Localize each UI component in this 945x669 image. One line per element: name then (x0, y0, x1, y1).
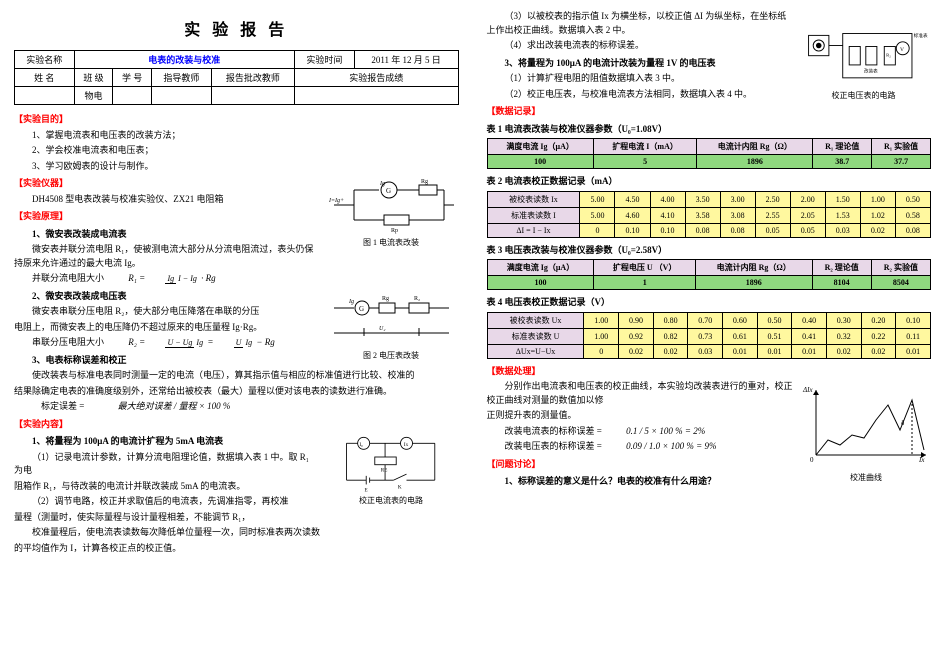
info-cell: 指导教师 (152, 69, 212, 87)
svg-text:I=Ig+: I=Ig+ (328, 198, 344, 204)
formula-r1: 并联分流电阻大小 R₁ = IgI − Ig · Rg (14, 272, 459, 286)
calibration-curve: δ Ix ΔIx 0 校准曲线 (801, 380, 931, 470)
info-cell: 实验名称 (15, 51, 75, 69)
svg-text:I₀: I₀ (359, 442, 363, 448)
info-cell: 实验报告成绩 (295, 69, 458, 87)
info-cell (295, 87, 458, 105)
svg-text:0: 0 (810, 456, 814, 464)
svg-text:ΔIx: ΔIx (802, 386, 813, 394)
table-3-title: 表 3 电压表改装与校准仪器参数（U₀=2.58V） (487, 244, 932, 258)
content-heading: 【实验内容】 (14, 418, 459, 432)
svg-text:U₂: U₂ (379, 326, 385, 332)
purpose-item: 3、学习欧姆表的设计与制作。 (14, 160, 459, 174)
info-cell (211, 87, 294, 105)
info-cell: 报告批改教师 (211, 69, 294, 87)
info-table: 实验名称 电表的改装与校准 实验时间 2011 年 12 月 5 日 姓 名 班… (14, 50, 459, 105)
formula-error: 标定误差 = 最大绝对误差 / 量程 × 100 % (14, 400, 459, 414)
left-page: 实 验 报 告 实验名称 电表的改装与校准 实验时间 2011 年 12 月 5… (0, 0, 473, 669)
purpose-item: 1、掌握电流表和电压表的改装方法； (14, 129, 459, 143)
figure-1: G Rg Rp I=Ig+ Ig 图 1 电流表改装 (324, 175, 459, 248)
experiment-name: 电表的改装与校准 (74, 51, 294, 69)
content-1-3: 校准量程后，使电流表读数每次降低单位量程一次，同时标准表两次读数 (14, 526, 459, 540)
report-title: 实 验 报 告 (14, 16, 459, 40)
content-1-4: 的平均值作为 I，计算各校正点的校正值。 (14, 542, 459, 556)
figure-5-caption: 校准曲线 (801, 472, 931, 483)
content-1-2b: 量程（测量时，使实际量程与设计量程相差，不能调节 R₁， (14, 511, 459, 525)
svg-text:E: E (364, 487, 367, 493)
info-cell: 班 级 (74, 69, 113, 87)
info-cell: 2011 年 12 月 5 日 (354, 51, 458, 69)
svg-text:K: K (397, 485, 401, 491)
figure-1-caption: 图 1 电流表改装 (324, 237, 459, 248)
svg-text:改装表: 改装表 (864, 67, 878, 74)
svg-text:标准表: 标准表 (914, 32, 928, 39)
process-heading: 【数据处理】 (487, 365, 932, 379)
svg-text:Ig: Ig (348, 299, 354, 305)
svg-text:R₂: R₂ (886, 53, 891, 58)
info-cell: 姓 名 (15, 69, 75, 87)
principle-3-text2: 结果除确定电表的准确度级别外，还常给出被校表（最大）量程以便对该电表的读数进行准… (14, 385, 459, 399)
figure-4-caption: 校正电压表的电路 (796, 90, 931, 101)
table-2: 被校表读数 Ix5.004.504.003.503.002.502.001.50… (487, 191, 932, 238)
purpose-item: 2、学会校准电流表和电压表； (14, 144, 459, 158)
info-cell: 物电 (74, 87, 113, 105)
info-cell: 学 号 (113, 69, 152, 87)
table-1: 满度电流 Ig（μA） 扩程电流 I（mA） 电流计内阻 Rg（Ω） R₁ 理论… (487, 138, 932, 169)
info-cell: 实验时间 (295, 51, 355, 69)
info-cell (15, 87, 75, 105)
svg-text:V: V (900, 47, 904, 53)
svg-text:R₂: R₂ (414, 296, 420, 302)
table-2-title: 表 2 电流表校正数据记录（mA） (487, 175, 932, 189)
figure-2-caption: 图 2 电压表改装 (324, 350, 459, 361)
info-cell (152, 87, 212, 105)
svg-text:Rg: Rg (421, 179, 428, 185)
figure-2: G Rg R₂ Ig U₂ 图 2 电压表改装 (324, 288, 459, 361)
table-3: 满度电流 Ig（μA） 扩程电压 U （V） 电流计内阻 Rg（Ω） R₂ 理论… (487, 259, 932, 290)
purpose-heading: 【实验目的】 (14, 113, 459, 127)
data-heading: 【数据记录】 (487, 105, 932, 119)
right-page: 改装表 R₂ V 标准表 校正电压表的电路 （3）以被校表的指示值 Ix 为横坐… (473, 0, 945, 669)
svg-text:G: G (359, 305, 364, 313)
table-4-title: 表 4 电压表校正数据记录（V） (487, 296, 932, 310)
svg-text:Rp: Rp (391, 228, 398, 234)
table-4: 被校表读数 Ux1.000.900.800.700.600.500.400.30… (487, 312, 932, 359)
figure-3: I₀ Ix RE E K 校正电流表的电路 (324, 433, 459, 506)
info-cell (113, 87, 152, 105)
table-1-title: 表 1 电流表改装与校准仪器参数（U₀=1.08V） (487, 123, 932, 137)
svg-text:Ig: Ig (379, 181, 385, 187)
figure-4: 改装表 R₂ V 标准表 校正电压表的电路 (796, 28, 931, 101)
figure-3-caption: 校正电流表的电路 (324, 495, 459, 506)
principle-3-text: 使改装表与标准电表同时测量一定的电流（电压），算其指示值与相应的标准值进行比较、… (14, 369, 459, 383)
svg-text:Rg: Rg (382, 296, 389, 302)
svg-text:RE: RE (380, 468, 387, 474)
svg-text:G: G (386, 187, 391, 195)
svg-text:Ix: Ix (403, 442, 408, 448)
